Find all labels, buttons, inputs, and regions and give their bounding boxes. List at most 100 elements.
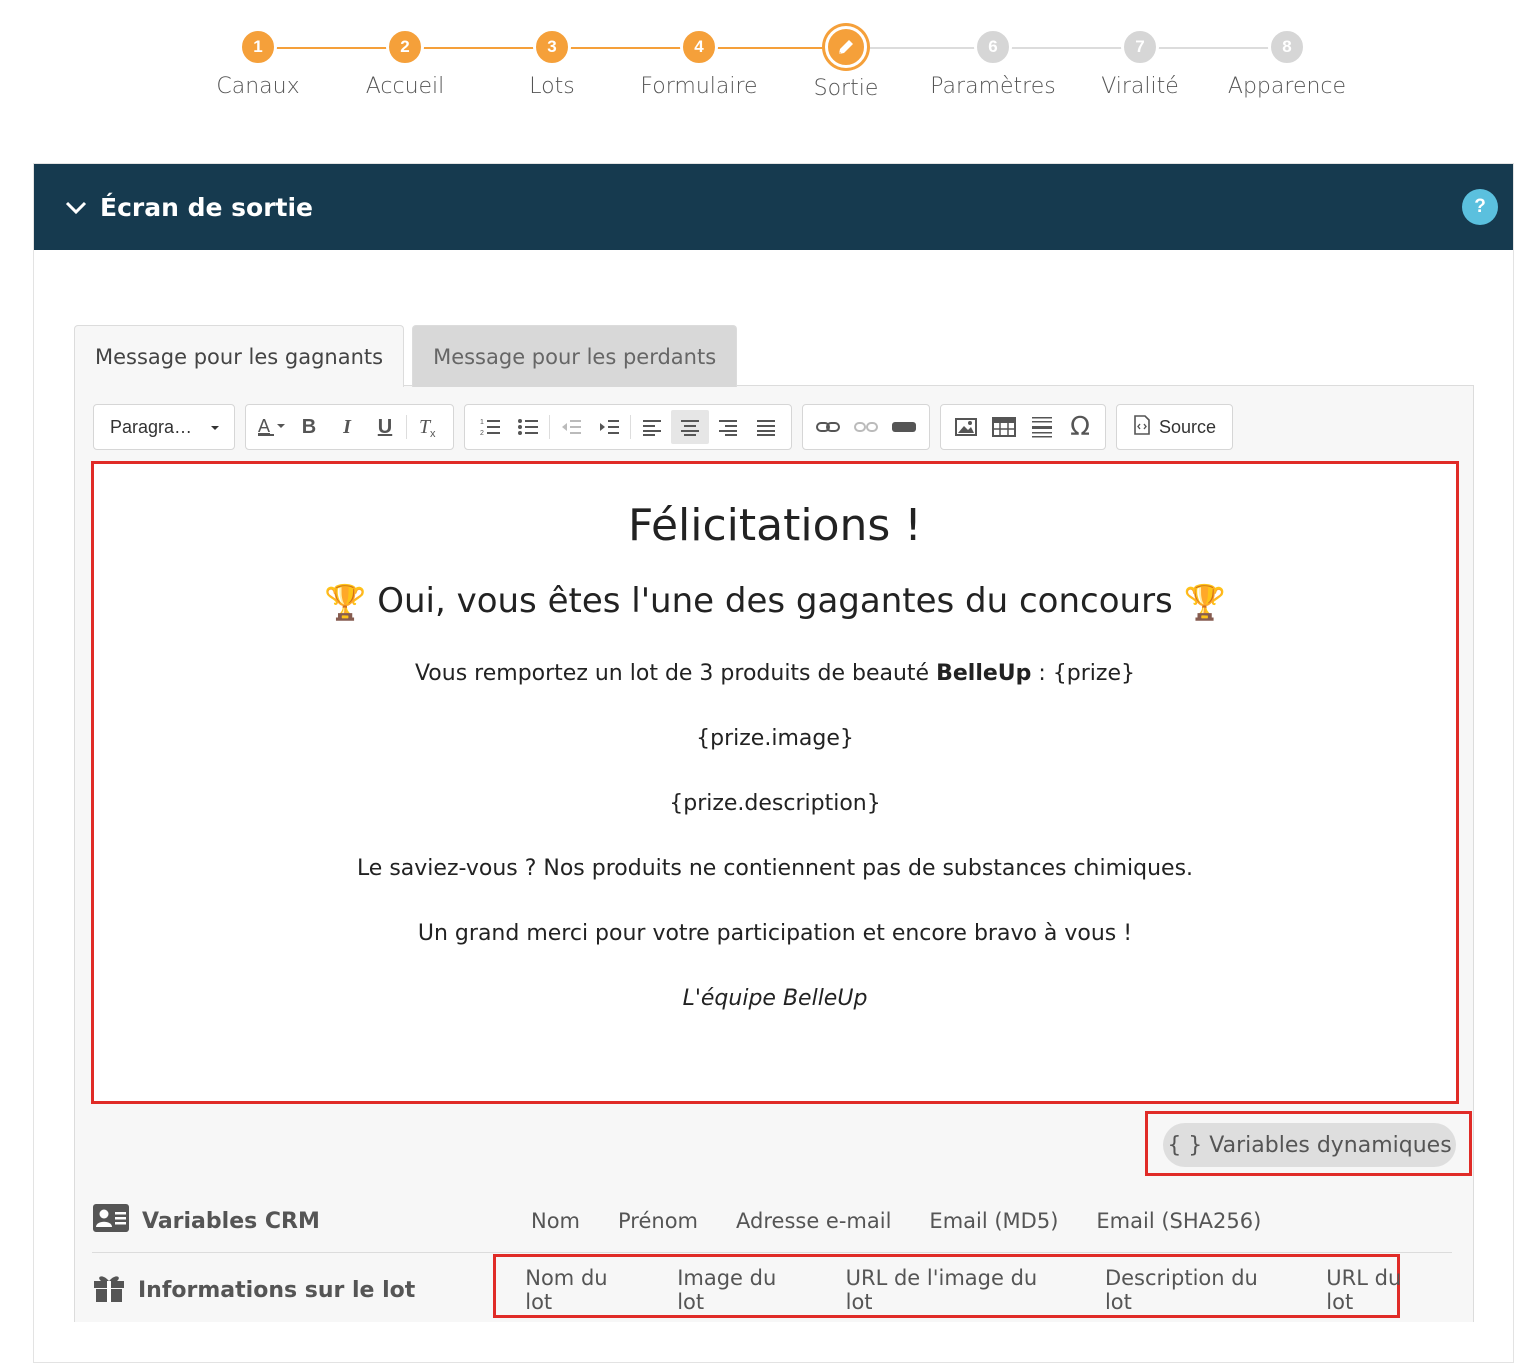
- svg-text:2: 2: [480, 430, 484, 437]
- format-group: Paragra…: [93, 404, 235, 450]
- bullet-list-icon[interactable]: [509, 410, 547, 444]
- link-group: [802, 404, 930, 450]
- text-style-group: A B I U Tx: [245, 404, 454, 450]
- paragraph-format-value: Paragra…: [110, 416, 193, 437]
- crm-variables-title: Variables CRM: [142, 1208, 320, 1234]
- align-center-icon[interactable]: [671, 410, 709, 444]
- step-label: Accueil: [365, 74, 445, 99]
- row-divider: [92, 1252, 1452, 1253]
- step-viralite[interactable]: 7 Viralité: [1065, 28, 1215, 99]
- image-icon[interactable]: [947, 410, 985, 444]
- source-group: Source: [1116, 404, 1234, 450]
- lot-variable-image[interactable]: Image du lot: [658, 1266, 826, 1314]
- crm-variable-prenom[interactable]: Prénom: [599, 1209, 717, 1233]
- step-label: Lots: [529, 74, 575, 99]
- special-char-icon[interactable]: Ω: [1061, 410, 1099, 444]
- contact-card-icon: [92, 1203, 130, 1239]
- lot-info-row: Informations sur le lot Nom du lot Image…: [92, 1262, 1452, 1318]
- lot-info-header: Informations sur le lot: [92, 1271, 506, 1309]
- paragraph-format-select[interactable]: Paragra…: [100, 417, 228, 438]
- step-parametres[interactable]: 6 Paramètres: [918, 28, 1068, 99]
- step-sortie[interactable]: Sortie: [771, 26, 921, 101]
- step-label: Apparence: [1227, 74, 1347, 99]
- svg-text:1: 1: [480, 419, 484, 426]
- toolbar-separator: [406, 415, 407, 439]
- step-number: 3: [533, 28, 571, 66]
- outdent-icon[interactable]: [552, 410, 590, 444]
- lot-variable-url[interactable]: URL du lot: [1307, 1266, 1452, 1314]
- section-header[interactable]: Écran de sortie ?: [34, 164, 1513, 250]
- crm-variable-email-sha256[interactable]: Email (SHA256): [1077, 1209, 1280, 1233]
- step-number: 7: [1121, 28, 1159, 66]
- step-apparence[interactable]: 8 Apparence: [1212, 28, 1362, 99]
- prize-image-line: {prize.image}: [696, 726, 854, 751]
- dynamic-variables-button[interactable]: { } Variables dynamiques: [1163, 1123, 1456, 1167]
- toolbar-separator: [630, 415, 631, 439]
- prize-description-line: {prize.description}: [669, 791, 881, 816]
- variables-highlight: { } Variables dynamiques: [1145, 1111, 1472, 1176]
- svg-text:A: A: [258, 416, 270, 436]
- step-label: Paramètres: [930, 74, 1056, 99]
- crm-variable-nom[interactable]: Nom: [512, 1209, 599, 1233]
- unlink-icon[interactable]: [847, 410, 885, 444]
- crm-variables-header: Variables CRM: [92, 1203, 512, 1239]
- step-label: Sortie: [813, 76, 879, 101]
- insert-group: Ω: [940, 404, 1106, 450]
- chevron-down-icon: [64, 196, 87, 218]
- align-left-icon[interactable]: [633, 410, 671, 444]
- underline-icon[interactable]: U: [366, 410, 404, 444]
- trophy-icon: 🏆: [324, 583, 367, 623]
- source-label: Source: [1159, 416, 1217, 437]
- lot-variables-list: Nom du lot Image du lot URL de l'image d…: [506, 1266, 1452, 1314]
- svg-text:x: x: [430, 428, 436, 439]
- gift-icon: [92, 1271, 126, 1309]
- anchor-icon[interactable]: [885, 410, 923, 444]
- info-line: Le saviez-vous ? Nos produits ne contien…: [356, 856, 1194, 881]
- italic-icon[interactable]: I: [328, 410, 366, 444]
- clear-format-icon[interactable]: Tx: [409, 410, 447, 444]
- caret-down-icon: [210, 417, 220, 438]
- crm-variable-email-md5[interactable]: Email (MD5): [910, 1209, 1077, 1233]
- step-accueil[interactable]: 2 Accueil: [330, 28, 480, 99]
- step-number: 4: [680, 28, 718, 66]
- help-icon[interactable]: ?: [1462, 189, 1498, 225]
- source-doc-icon: [1133, 414, 1151, 440]
- step-number: 2: [386, 28, 424, 66]
- source-button[interactable]: Source: [1123, 414, 1226, 440]
- tab-winners[interactable]: Message pour les gagnants: [74, 325, 405, 387]
- horizontal-rule-icon[interactable]: [1023, 410, 1061, 444]
- rich-text-editor[interactable]: Félicitations ! 🏆 Oui, vous êtes l'une d…: [91, 461, 1459, 1104]
- crm-variables-list: Nom Prénom Adresse e-mail Email (MD5) Em…: [512, 1209, 1280, 1233]
- brand-name: BelleUp: [936, 661, 1032, 686]
- lot-variable-description[interactable]: Description du lot: [1086, 1266, 1307, 1314]
- align-right-icon[interactable]: [709, 410, 747, 444]
- prize-line: Vous remportez un lot de 3 produits de b…: [94, 661, 1456, 686]
- step-canaux[interactable]: 1 Canaux: [183, 28, 333, 99]
- editor-toolbar: Paragra… A B I U Tx 12 Ω Source: [93, 404, 1234, 450]
- step-label: Canaux: [216, 74, 300, 99]
- crm-variable-email[interactable]: Adresse e-mail: [717, 1209, 910, 1233]
- align-justify-icon[interactable]: [747, 410, 785, 444]
- indent-icon[interactable]: [590, 410, 628, 444]
- lot-variable-name[interactable]: Nom du lot: [506, 1266, 658, 1314]
- tab-losers[interactable]: Message pour les perdants: [412, 325, 738, 387]
- bold-icon[interactable]: B: [290, 410, 328, 444]
- thanks-line: Un grand merci pour votre participation …: [417, 921, 1133, 946]
- step-formulaire[interactable]: 4 Formulaire: [624, 28, 774, 99]
- text-color-icon[interactable]: A: [252, 410, 290, 444]
- lot-info-title: Informations sur le lot: [138, 1277, 416, 1303]
- step-lots[interactable]: 3 Lots: [477, 28, 627, 99]
- step-number: 1: [239, 28, 277, 66]
- link-icon[interactable]: [809, 410, 847, 444]
- subheading-text: Oui, vous êtes l'une des gagantes du con…: [377, 581, 1173, 621]
- prize-line-start: Vous remportez un lot de 3 produits de b…: [414, 661, 937, 686]
- step-label: Viralité: [1101, 74, 1179, 99]
- step-number: 6: [974, 28, 1012, 66]
- table-icon[interactable]: [985, 410, 1023, 444]
- message-subheading: 🏆 Oui, vous êtes l'une des gagantes du c…: [94, 581, 1456, 623]
- numbered-list-icon[interactable]: 12: [471, 410, 509, 444]
- trophy-icon: 🏆: [1183, 583, 1226, 623]
- wizard-stepper: 1 Canaux 2 Accueil 3 Lots 4 Formulaire S…: [0, 0, 1538, 130]
- lot-variable-image-url[interactable]: URL de l'image du lot: [827, 1266, 1086, 1314]
- crm-variables-row: Variables CRM Nom Prénom Adresse e-mail …: [92, 1196, 1452, 1246]
